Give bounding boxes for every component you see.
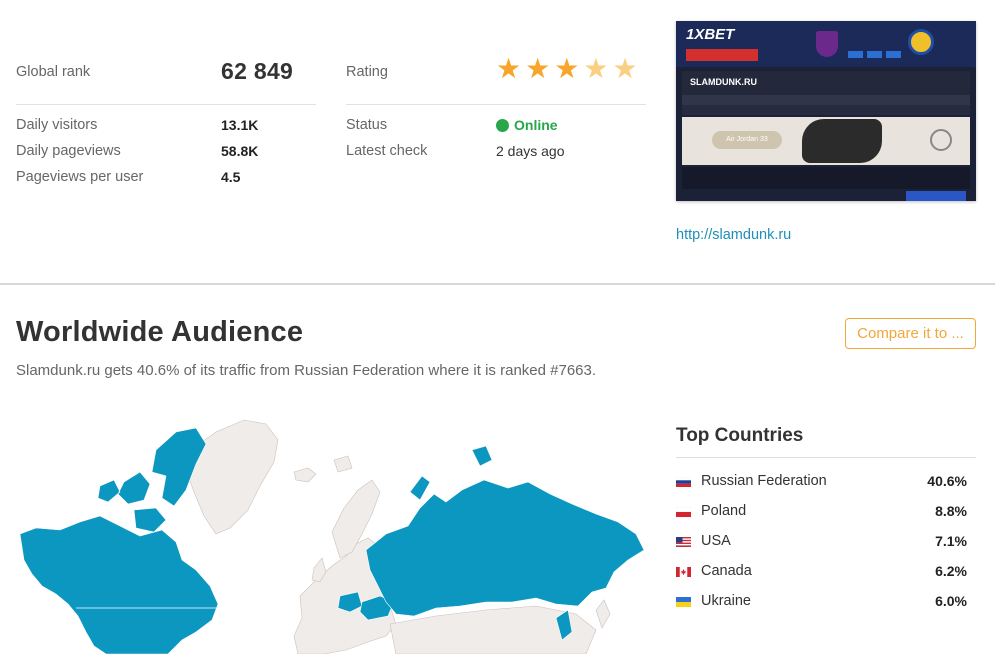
stat-row-status: Status Online: [346, 117, 646, 143]
list-item: Poland 8.8%: [676, 502, 976, 532]
traffic-stats: Daily visitors 13.1K Daily pageviews 58.…: [16, 117, 316, 195]
preview-scoreboard: [682, 167, 970, 189]
list-item: Ukraine 6.0%: [676, 592, 976, 622]
global-rank-label: Global rank: [16, 64, 91, 80]
preview-ad-brand: 1XBET: [686, 26, 735, 43]
ukraine-flag-icon: [676, 597, 691, 607]
status-stats: Status Online Latest check 2 days ago: [346, 117, 646, 169]
map-region-russia: [365, 479, 645, 617]
rating-label: Rating: [346, 64, 388, 80]
preview-odds: [848, 51, 901, 58]
map-region-canada-islands: [97, 427, 207, 533]
list-item: USA 7.1%: [676, 532, 976, 562]
latest-check-value: 2 days ago: [496, 143, 565, 159]
daily-pageviews-label: Daily pageviews: [16, 143, 121, 159]
top-countries-divider: [676, 457, 976, 458]
country-percent: 6.0%: [935, 593, 967, 609]
daily-pageviews-value: 58.8K: [221, 143, 259, 159]
map-region-japan: [595, 599, 611, 629]
site-url-link[interactable]: http://slamdunk.ru: [676, 227, 791, 243]
site-preview-thumbnail[interactable]: 1XBET SLAMDUNK.RU Air Jordan 33: [676, 21, 976, 201]
rank-column: Global rank 62 849 Daily visitors 13.1K …: [16, 0, 316, 185]
list-item: Canada 6.2%: [676, 562, 976, 592]
map-region-iceland: [293, 467, 317, 483]
online-dot-icon: [496, 119, 509, 132]
rating-column: Rating ★ ★ ★ ★ ★ Status Online Latest ch…: [346, 0, 646, 159]
star-icon: ★: [496, 53, 522, 84]
status-value: Online: [514, 117, 558, 133]
country-name: Canada: [701, 563, 752, 579]
preview-hero: Air Jordan 33: [682, 117, 970, 165]
sneaker-image: [802, 119, 882, 163]
global-rank-row: Global rank 62 849: [16, 0, 316, 105]
pageviews-per-user-value: 4.5: [221, 169, 241, 185]
poland-flag-icon: [676, 507, 691, 517]
country-percent: 40.6%: [927, 473, 967, 489]
status-label: Status: [346, 117, 388, 133]
latest-check-label: Latest check: [346, 143, 428, 159]
country-name: Russian Federation: [701, 473, 827, 489]
map-region-north-america: [19, 515, 219, 654]
club-crest-icon: [816, 31, 838, 57]
star-icon: ★: [554, 53, 580, 84]
site-overview-panel: Global rank 62 849 Daily visitors 13.1K …: [0, 0, 995, 285]
list-item: Russian Federation 40.6%: [676, 472, 976, 502]
country-percent: 7.1%: [935, 533, 967, 549]
country-percent: 6.2%: [935, 563, 967, 579]
top-countries-title: Top Countries: [676, 425, 804, 446]
preview-submenu: [682, 105, 970, 115]
stat-row-daily-visitors: Daily visitors 13.1K: [16, 117, 316, 143]
audience-description: Slamdunk.ru gets 40.6% of its traffic fr…: [16, 362, 597, 379]
preview-ad-banner: 1XBET: [676, 21, 976, 67]
worldwide-audience-title: Worldwide Audience: [16, 316, 304, 348]
top-countries-list: Russian Federation 40.6% Poland 8.8% USA…: [676, 472, 976, 622]
club-crest-icon: [908, 29, 934, 55]
star-icon: ★: [525, 53, 551, 84]
global-rank-value: 62 849: [221, 58, 294, 84]
preview-footer-ad: [906, 191, 966, 201]
preview-menu: [682, 95, 970, 105]
rating-stars: ★ ★ ★ ★ ★: [496, 55, 638, 83]
star-icon: ★: [583, 53, 609, 84]
usa-flag-icon: [676, 537, 691, 547]
stat-row-latest-check: Latest check 2 days ago: [346, 143, 646, 169]
star-icon: ★: [612, 53, 638, 84]
preview-site-logo: SLAMDUNK.RU: [690, 77, 757, 87]
country-percent: 8.8%: [935, 503, 967, 519]
stat-row-pageviews-per-user: Pageviews per user 4.5: [16, 169, 316, 195]
rating-row: Rating ★ ★ ★ ★ ★: [346, 0, 646, 105]
stat-row-daily-pageviews: Daily pageviews 58.8K: [16, 143, 316, 169]
country-name: Ukraine: [701, 593, 751, 609]
daily-visitors-value: 13.1K: [221, 117, 259, 133]
daily-visitors-label: Daily visitors: [16, 117, 98, 133]
preview-ad-button: [686, 49, 758, 61]
russia-flag-icon: [676, 477, 691, 487]
basketball-icon: [930, 129, 952, 151]
pageviews-per-user-label: Pageviews per user: [16, 169, 144, 185]
world-map: [19, 419, 645, 654]
preview-hero-text: Air Jordan 33: [712, 131, 782, 149]
map-region-svalbard: [333, 455, 353, 473]
country-name: Poland: [701, 503, 747, 519]
preview-site-header: SLAMDUNK.RU: [682, 71, 970, 95]
canada-flag-icon: [676, 567, 691, 577]
country-name: USA: [701, 533, 731, 549]
compare-button[interactable]: Compare it to ...: [845, 318, 976, 349]
status-badge: Online: [496, 117, 558, 133]
